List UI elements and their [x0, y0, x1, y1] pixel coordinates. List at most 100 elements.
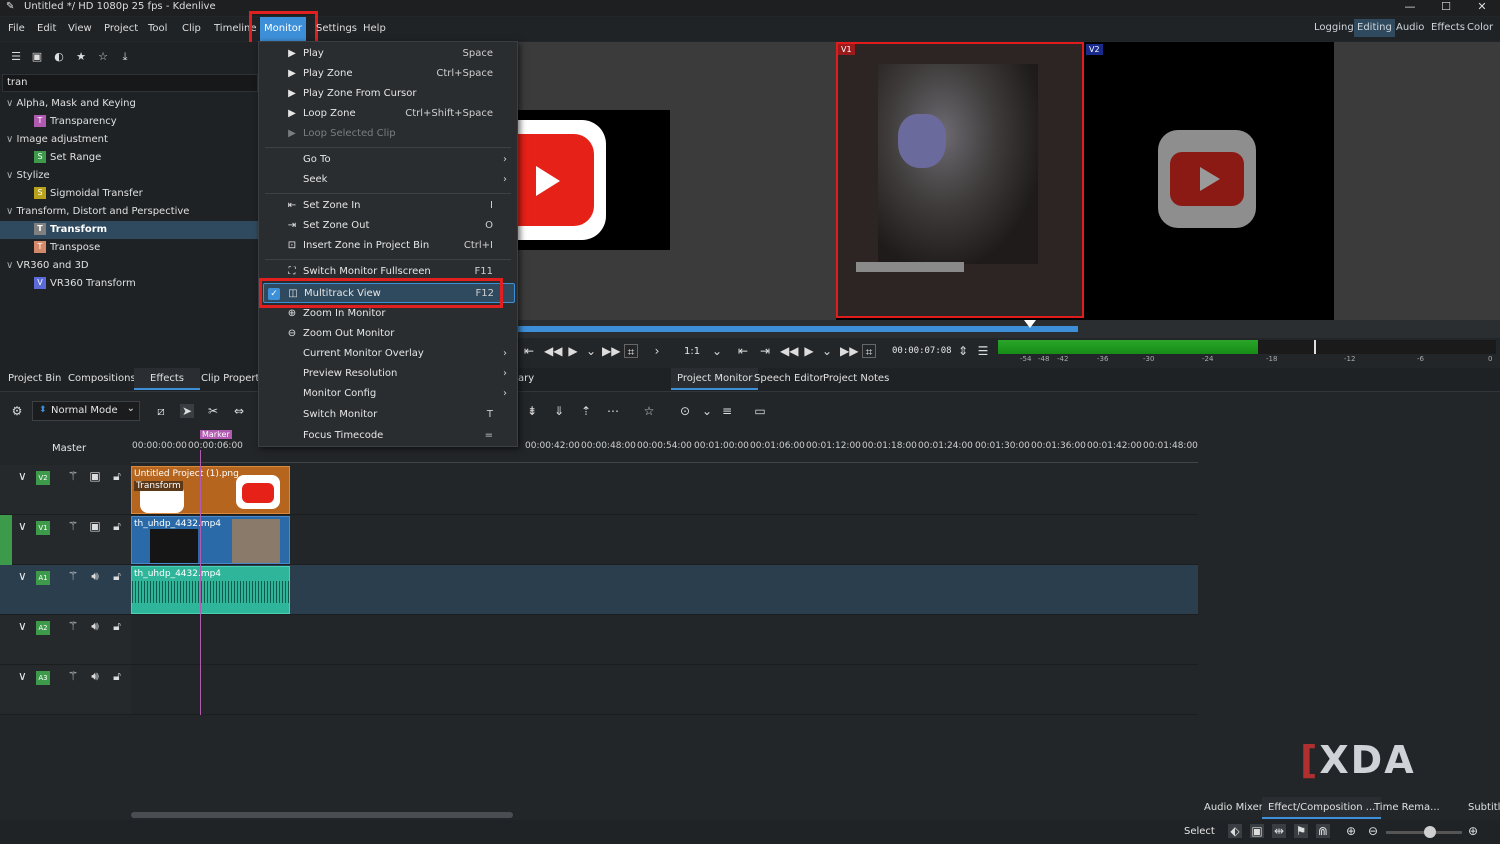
fast-forward-icon[interactable]: ▶▶ — [602, 344, 620, 358]
maximize-button[interactable]: ☐ — [1428, 0, 1464, 16]
favorites-icon[interactable]: ☆ — [96, 50, 110, 64]
effect-transform[interactable]: T Transform — [0, 221, 258, 239]
zoom-slider-handle[interactable] — [1424, 826, 1436, 838]
timeline-marker[interactable]: Marker — [200, 430, 232, 439]
menu-item-go-to[interactable]: Go To › — [259, 150, 517, 170]
film-icon[interactable]: ▣ — [1250, 824, 1264, 838]
tab-time-remap[interactable]: Time Rema... — [1368, 797, 1446, 819]
category-transform-distort[interactable]: ∨ Transform, Distort and Perspective — [0, 203, 258, 221]
timecode-display[interactable]: 00:00:07:08 — [892, 346, 952, 356]
track-a1[interactable]: ∨ A1 ⚚ 🔊︎ 🔓︎ th_uhdp_4432.mp4 — [0, 565, 1198, 615]
tab-effects[interactable]: Effects — [134, 368, 200, 390]
chevron-right-icon[interactable]: › — [650, 344, 664, 358]
razor-tool-icon[interactable]: ✂ — [206, 404, 220, 418]
tab-project-bin[interactable]: Project Bin — [2, 368, 67, 390]
overwrite-clip-icon[interactable]: ⇓ — [552, 404, 566, 418]
menu-help[interactable]: Help — [359, 17, 390, 41]
lock-icon[interactable]: 🔓︎ — [110, 619, 124, 633]
speaker-icon[interactable]: 🔊︎ — [88, 569, 102, 583]
chevron-down-icon[interactable]: ⌄ — [820, 344, 834, 358]
extract-icon[interactable]: ⇡ — [579, 404, 593, 418]
chevron-down-icon[interactable]: ∨ — [18, 669, 27, 683]
effects-wand-icon[interactable]: ⚚ — [66, 569, 80, 583]
menu-item-insert-zone[interactable]: ⊡ Insert Zone in Project Bin Ctrl+I — [259, 236, 517, 256]
menu-item-switch-monitor[interactable]: Switch Monitor T — [259, 405, 517, 425]
download-icon[interactable]: ⤓ — [118, 50, 132, 64]
mixer-icon[interactable]: ≡ — [720, 404, 734, 418]
lift-icon[interactable]: ⋯ — [606, 404, 620, 418]
track-a3[interactable]: ∨ A3 ⚚ 🔊︎ 🔓︎ — [0, 665, 1198, 715]
film-icon[interactable]: ▣ — [88, 519, 102, 533]
effect-set-range[interactable]: S Set Range — [0, 149, 258, 167]
clip-audio[interactable]: th_uhdp_4432.mp4 — [131, 566, 290, 614]
favorite-star-icon[interactable]: ☆ — [642, 404, 656, 418]
timeline-playhead[interactable] — [200, 450, 201, 715]
flag-icon[interactable]: ⚑ — [1294, 824, 1308, 838]
crop-icon[interactable]: ⌗ — [862, 344, 876, 359]
rewind-icon[interactable]: ◀◀ — [544, 344, 562, 358]
effects-wand-icon[interactable]: ⚚ — [66, 619, 80, 633]
chevron-down-icon[interactable]: ∨ — [18, 569, 27, 583]
menu-tool[interactable]: Tool — [144, 17, 171, 41]
chevron-down-icon[interactable]: ⌄ — [710, 344, 724, 358]
insert-icon[interactable]: ⇟ — [525, 404, 539, 418]
track-v2[interactable]: ∨ V2 ⚚ ▣ 🔓︎ Untitled Project (1).png Tra… — [0, 465, 1198, 515]
magnet-icon[interactable]: ⋒ — [1316, 824, 1330, 838]
workspace-effects[interactable]: Effects — [1428, 19, 1468, 37]
snap-icon[interactable]: ⇹ — [1272, 824, 1286, 838]
menu-file[interactable]: File — [4, 17, 29, 41]
zoom-fit-icon[interactable]: ⊕ — [1344, 824, 1358, 838]
menu-settings[interactable]: Settings — [312, 17, 361, 41]
fast-forward-icon[interactable]: ▶▶ — [840, 344, 858, 358]
effects-wand-icon[interactable]: ⚚ — [66, 669, 80, 683]
track-label-a3[interactable]: A3 — [36, 671, 50, 685]
lock-icon[interactable]: 🔓︎ — [110, 469, 124, 483]
track-label-v1[interactable]: V1 — [36, 521, 50, 535]
category-vr360-3d[interactable]: ∨ VR360 and 3D — [0, 257, 258, 275]
play-icon[interactable]: ▶ — [802, 344, 816, 358]
menu-item-focus-timecode[interactable]: Focus Timecode = — [259, 426, 517, 446]
menu-item-monitor-config[interactable]: Monitor Config › — [259, 384, 517, 404]
track-label-a1[interactable]: A1 — [36, 571, 50, 585]
hamburger-menu-icon[interactable]: ☰ — [976, 344, 990, 358]
menu-item-current-monitor-overlay[interactable]: Current Monitor Overlay › — [259, 344, 517, 364]
close-button[interactable]: ✕ — [1464, 0, 1500, 16]
menu-item-play-zone-from-cursor[interactable]: ▶ Play Zone From Cursor — [259, 84, 517, 104]
menu-view[interactable]: View — [64, 17, 96, 41]
category-stylize[interactable]: ∨ Stylize — [0, 167, 258, 185]
speaker-icon[interactable]: 🔊︎ — [88, 619, 102, 633]
zoom-in-icon[interactable]: ⊕ — [1466, 824, 1480, 838]
tab-subtitles[interactable]: Subtitles — [1462, 797, 1500, 819]
clip-image[interactable]: Untitled Project (1).png Transform — [131, 466, 290, 514]
menu-item-zoom-in-monitor[interactable]: ⊕ Zoom In Monitor — [259, 304, 517, 324]
chevron-down-icon[interactable]: ⌄ — [584, 344, 598, 358]
effect-sigmoidal-transfer[interactable]: S Sigmoidal Transfer — [0, 185, 258, 203]
effect-transparency[interactable]: T Transparency — [0, 113, 258, 131]
rewind-icon[interactable]: ◀◀ — [780, 344, 798, 358]
menu-item-zoom-out-monitor[interactable]: ⊖ Zoom Out Monitor — [259, 324, 517, 344]
category-image-adjustment[interactable]: ∨ Image adjustment — [0, 131, 258, 149]
track-label-a2[interactable]: A2 — [36, 621, 50, 635]
effects-wand-icon[interactable]: ⚚ — [66, 469, 80, 483]
track-v1[interactable]: ∨ V1 ⚚ ▣ 🔓︎ th_uhdp_4432.mp4 — [0, 515, 1198, 565]
effect-transpose[interactable]: T Transpose — [0, 239, 258, 257]
set-zone-out-icon[interactable]: ⇥ — [758, 344, 772, 358]
clip-video[interactable]: th_uhdp_4432.mp4 — [131, 516, 290, 564]
crop-icon[interactable]: ⌗ — [624, 344, 638, 359]
effect-search-input[interactable]: tran — [2, 74, 258, 92]
menu-item-set-zone-out[interactable]: ⇥ Set Zone Out O — [259, 216, 517, 236]
workspace-audio[interactable]: Audio — [1393, 19, 1427, 37]
video-effects-icon[interactable]: ▣ — [30, 50, 44, 64]
menu-item-play[interactable]: ▶ Play Space — [259, 44, 517, 64]
effects-wand-icon[interactable]: ⚚ — [66, 519, 80, 533]
tab-effect-composition[interactable]: Effect/Composition ... — [1262, 797, 1382, 819]
spin-icon[interactable]: ⇕ — [956, 344, 970, 358]
tab-project-monitor[interactable]: Project Monitor — [671, 368, 759, 390]
subtitle-icon[interactable]: ▭ — [753, 404, 767, 418]
v1-track-preview[interactable]: V1 — [836, 42, 1084, 318]
overwrite-icon[interactable]: ⧄ — [154, 404, 168, 418]
workspace-logging[interactable]: Logging — [1311, 19, 1357, 37]
minimize-button[interactable]: — — [1392, 0, 1428, 16]
menu-item-seek[interactable]: Seek › — [259, 170, 517, 190]
track-label-v2[interactable]: V2 — [36, 471, 50, 485]
